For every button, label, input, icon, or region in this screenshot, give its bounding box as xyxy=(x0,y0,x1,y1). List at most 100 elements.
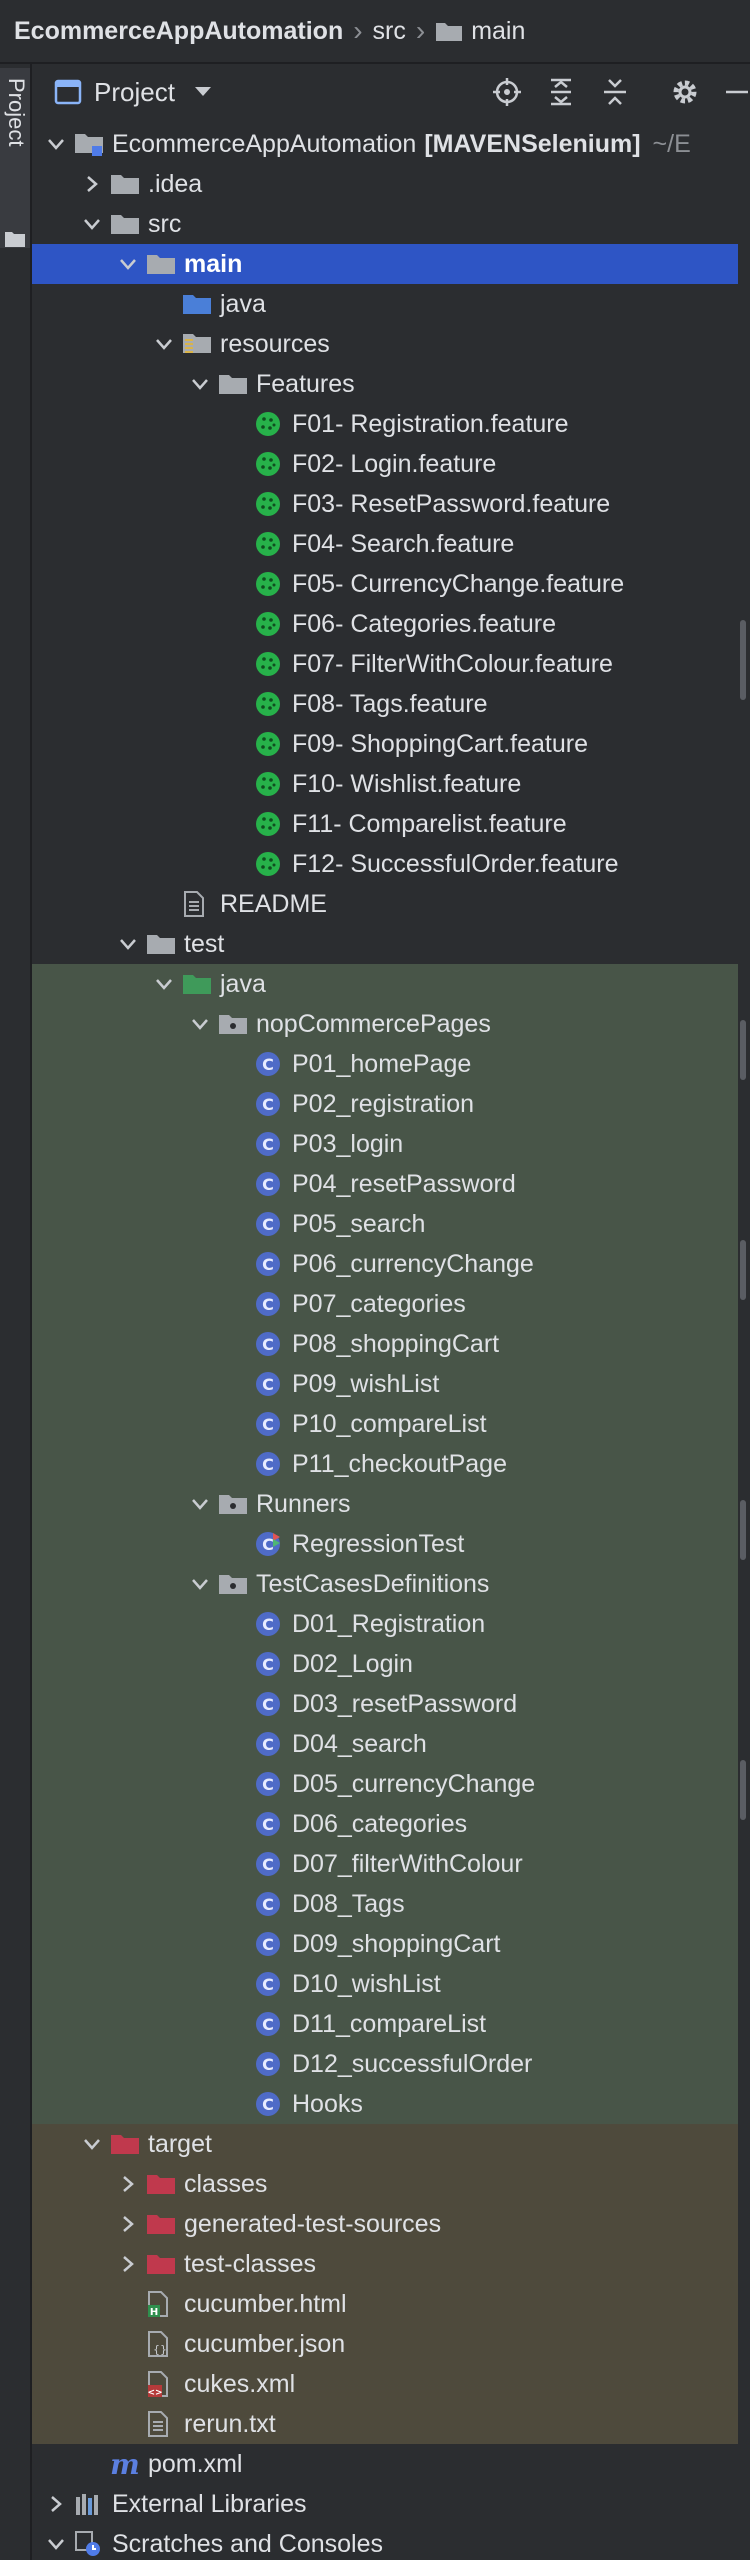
tree-node[interactable]: C P11_checkoutPage xyxy=(32,1444,750,1484)
chevron-down-icon[interactable] xyxy=(146,324,182,364)
locate-file-icon[interactable] xyxy=(492,77,522,107)
chevron-down-icon[interactable] xyxy=(38,2524,74,2560)
tree-node[interactable]: EcommerceAppAutomation [MAVENSelenium] ~/E xyxy=(32,124,744,164)
chevron-down-icon[interactable] xyxy=(182,1564,218,1604)
chevron-down-icon[interactable] xyxy=(193,85,213,99)
tree-node[interactable]: test xyxy=(32,924,750,964)
tree-node[interactable]: F02- Login.feature xyxy=(32,444,750,484)
tree-node[interactable]: C P01_homePage xyxy=(32,1044,750,1084)
gear-icon[interactable] xyxy=(670,77,700,107)
chevron-right-icon[interactable] xyxy=(38,2484,74,2524)
tree-node[interactable]: Hcucumber.html xyxy=(32,2284,750,2324)
tree-node[interactable]: C D07_filterWithColour xyxy=(32,1844,750,1884)
breadcrumb-main[interactable]: main xyxy=(435,17,525,46)
tree-node[interactable]: C D09_shoppingCart xyxy=(32,1924,750,1964)
scroll-thumb[interactable] xyxy=(740,1020,746,1080)
tree-node[interactable]: F09- ShoppingCart.feature xyxy=(32,724,750,764)
chevron-down-icon[interactable] xyxy=(146,964,182,1004)
tree-node[interactable]: java xyxy=(32,284,750,324)
tree-node[interactable]: External Libraries xyxy=(32,2484,744,2524)
tree-node[interactable]: resources xyxy=(32,324,750,364)
tree-node[interactable]: <> cukes.xml xyxy=(32,2364,750,2404)
project-tool-tab[interactable]: Project xyxy=(0,68,30,248)
chevron-right-icon[interactable] xyxy=(110,2244,146,2284)
tree-node[interactable]: README xyxy=(32,884,750,924)
tree-node[interactable]: classes xyxy=(32,2164,750,2204)
tree-node[interactable]: nopCommercePages xyxy=(32,1004,750,1044)
chevron-down-icon[interactable] xyxy=(110,244,146,284)
tree-node[interactable]: C P10_compareList xyxy=(32,1404,750,1444)
tree-node[interactable]: Runners xyxy=(32,1484,750,1524)
chevron-down-icon[interactable] xyxy=(110,924,146,964)
tree-node[interactable]: C D04_search xyxy=(32,1724,750,1764)
tree-node[interactable]: C D05_currencyChange xyxy=(32,1764,750,1804)
chevron-down-icon[interactable] xyxy=(182,1484,218,1524)
tree-node[interactable]: C D10_wishList xyxy=(32,1964,750,2004)
tree-node[interactable]: F04- Search.feature xyxy=(32,524,750,564)
breadcrumb-separator: › xyxy=(353,15,363,46)
tree-node[interactable]: .idea xyxy=(32,164,750,204)
collapse-all-icon[interactable] xyxy=(600,77,630,107)
tree-node[interactable]: C P05_search xyxy=(32,1204,750,1244)
tree-node[interactable]: C Hooks xyxy=(32,2084,750,2124)
breadcrumb-project[interactable]: EcommerceAppAutomation xyxy=(14,17,343,46)
tree-node[interactable]: test-classes xyxy=(32,2244,750,2284)
tree-node[interactable]: F10- Wishlist.feature xyxy=(32,764,750,804)
scroll-thumb[interactable] xyxy=(740,1240,746,1300)
tree-node[interactable]: F06- Categories.feature xyxy=(32,604,750,644)
tree-node[interactable]: C RegressionTest xyxy=(32,1524,750,1564)
tree-node[interactable]: F07- FilterWithColour.feature xyxy=(32,644,750,684)
tree-node[interactable]: F03- ResetPassword.feature xyxy=(32,484,750,524)
scrollbar[interactable] xyxy=(738,120,750,2560)
chevron-right-icon[interactable] xyxy=(74,164,110,204)
svg-text:C: C xyxy=(262,1375,274,1394)
tree-node[interactable]: C P08_shoppingCart xyxy=(32,1324,750,1364)
tree-node[interactable]: C D06_categories xyxy=(32,1804,750,1844)
tree-node[interactable]: C P07_categories xyxy=(32,1284,750,1324)
tree-node-label: F05- CurrencyChange.feature xyxy=(292,569,625,598)
tree-node[interactable]: C P06_currencyChange xyxy=(32,1244,750,1284)
chevron-down-icon[interactable] xyxy=(182,364,218,404)
scroll-thumb[interactable] xyxy=(740,620,746,700)
minimize-icon[interactable] xyxy=(724,77,750,107)
expand-all-icon[interactable] xyxy=(546,77,576,107)
chevron-down-icon[interactable] xyxy=(38,124,74,164)
tree-node[interactable]: target xyxy=(32,2124,750,2164)
tree-node[interactable]: C D02_Login xyxy=(32,1644,750,1684)
tree-node[interactable]: rerun.txt xyxy=(32,2404,750,2444)
project-view-title[interactable]: Project xyxy=(94,77,175,108)
chevron-down-icon[interactable] xyxy=(74,2124,110,2164)
tree-node[interactable]: generated-test-sources xyxy=(32,2204,750,2244)
scroll-thumb[interactable] xyxy=(740,1760,746,1820)
tree-node[interactable]: F01- Registration.feature xyxy=(32,404,750,444)
tree-node[interactable]: F05- CurrencyChange.feature xyxy=(32,564,750,604)
chevron-down-icon[interactable] xyxy=(74,204,110,244)
tree-node[interactable]: C D03_resetPassword xyxy=(32,1684,750,1724)
chevron-right-icon[interactable] xyxy=(110,2164,146,2204)
breadcrumb-src[interactable]: src xyxy=(373,17,406,46)
tree-node[interactable]: Features xyxy=(32,364,750,404)
tree-node[interactable]: F08- Tags.feature xyxy=(32,684,750,724)
chevron-down-icon[interactable] xyxy=(182,1004,218,1044)
tree-node[interactable]: C D01_Registration xyxy=(32,1604,750,1644)
scroll-thumb[interactable] xyxy=(740,1500,746,1560)
tree-node[interactable]: F11- Comparelist.feature xyxy=(32,804,750,844)
tree-node[interactable]: m pom.xml xyxy=(32,2444,750,2484)
tree-node[interactable]: C P03_login xyxy=(32,1124,750,1164)
tree-node[interactable]: C D11_compareList xyxy=(32,2004,750,2044)
tree-node[interactable]: src xyxy=(32,204,750,244)
class-icon: C xyxy=(254,1764,288,1804)
chevron-right-icon[interactable] xyxy=(110,2204,146,2244)
tree-node[interactable]: java xyxy=(32,964,750,1004)
tree-node[interactable]: main xyxy=(32,244,750,284)
tree-node[interactable]: {} cucumber.json xyxy=(32,2324,750,2364)
tree-node[interactable]: Scratches and Consoles xyxy=(32,2524,744,2560)
tree-node[interactable]: C D12_successfulOrder xyxy=(32,2044,750,2084)
tree-node[interactable]: C P09_wishList xyxy=(32,1364,750,1404)
tree-node[interactable]: F12- SuccessfulOrder.feature xyxy=(32,844,750,884)
tree-node[interactable]: C P02_registration xyxy=(32,1084,750,1124)
tree-node[interactable]: TestCasesDefinitions xyxy=(32,1564,750,1604)
tree-node[interactable]: C D08_Tags xyxy=(32,1884,750,1924)
tree-node[interactable]: C P04_resetPassword xyxy=(32,1164,750,1204)
